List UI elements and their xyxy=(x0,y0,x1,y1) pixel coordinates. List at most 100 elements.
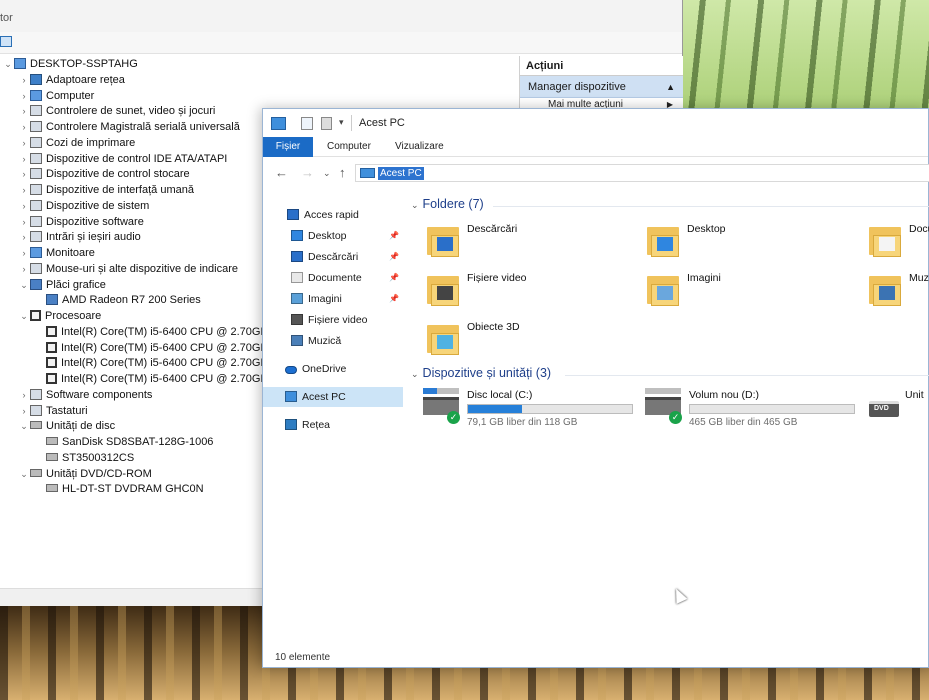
drive-item[interactable]: ✓ Disc local (C:) 79,1 GB liber din 118 GB xyxy=(423,388,643,439)
chevron-down-icon[interactable]: ⌄ xyxy=(18,466,30,482)
device-tree-node[interactable]: › Intrări și ieșiri audio xyxy=(18,229,141,245)
device-tree-label: Intrări și ieșiri audio xyxy=(46,231,141,244)
device-tree-node[interactable]: AMD Radeon R7 200 Series xyxy=(34,292,201,308)
device-tree-node[interactable]: ⌄ Unități de disc xyxy=(18,418,115,434)
chevron-down-icon[interactable]: ⌄ xyxy=(18,308,30,324)
drives-group-header[interactable]: ⌄ Dispozitive și unități (3) xyxy=(411,366,551,380)
device-tree-node[interactable]: HL-DT-ST DVDRAM GHC0N xyxy=(34,481,204,497)
device-tree-node[interactable]: › Dispozitive de control stocare xyxy=(18,166,190,182)
device-tree-node[interactable]: ⌄ Unități DVD/CD-ROM xyxy=(18,466,152,482)
chevron-right-icon[interactable]: › xyxy=(18,119,30,135)
drive-icon-bar xyxy=(423,388,459,394)
tab-computer[interactable]: Computer xyxy=(317,137,381,157)
forward-arrow-icon[interactable]: → xyxy=(301,165,314,180)
chevron-right-icon[interactable]: › xyxy=(18,135,30,151)
chevron-down-icon[interactable]: ⌄ xyxy=(18,277,30,293)
drive-item[interactable]: ✓ Volum nou (D:) 465 GB liber din 465 GB xyxy=(645,388,865,439)
properties-quick-access-icon[interactable] xyxy=(301,117,313,130)
nav-item[interactable]: Acces rapid xyxy=(263,205,403,225)
pin-icon[interactable]: 📌 xyxy=(389,247,399,267)
new-folder-quick-access-icon[interactable] xyxy=(321,117,332,130)
recent-locations-icon[interactable]: ⌄ xyxy=(323,168,331,179)
device-tree-node[interactable]: › Dispozitive de control IDE ATA/ATAPI xyxy=(18,151,227,167)
device-tree-node[interactable]: › Mouse-uri și alte dispozitive de indica… xyxy=(18,261,238,277)
nav-item[interactable]: OneDrive xyxy=(263,359,403,379)
documents-folder-icon xyxy=(869,223,903,257)
chevron-right-icon[interactable]: › xyxy=(18,403,30,419)
back-arrow-icon[interactable]: ← xyxy=(275,165,288,180)
folder-item[interactable]: Obiecte 3D xyxy=(427,317,627,361)
device-tree-node[interactable]: Intel(R) Core(TM) i5-6400 CPU @ 2.70GHz xyxy=(34,371,274,387)
folder-item[interactable]: Imagini xyxy=(647,268,847,312)
chevron-right-icon[interactable]: › xyxy=(18,261,30,277)
device-tree-node[interactable]: › Controlere de sunet, video și jocuri xyxy=(18,103,215,119)
device-tree-node[interactable]: Intel(R) Core(TM) i5-6400 CPU @ 2.70GHz xyxy=(34,355,274,371)
device-tree-label: Mouse-uri și alte dispozitive de indicar… xyxy=(46,262,238,275)
chevron-right-icon[interactable]: › xyxy=(18,245,30,261)
nav-item[interactable]: Rețea xyxy=(263,415,403,435)
device-tree-node[interactable]: › Cozi de imprimare xyxy=(18,135,135,151)
folders-group-header[interactable]: ⌄ Foldere (7) xyxy=(411,197,484,211)
chevron-down-icon[interactable]: ⌄ xyxy=(2,56,14,72)
pin-icon[interactable]: 📌 xyxy=(389,226,399,246)
quick-access-dropdown-icon[interactable]: ▾ xyxy=(339,117,344,128)
nav-item[interactable]: Fișiere video xyxy=(263,310,403,330)
device-tree-node[interactable]: › Software components xyxy=(18,387,152,403)
folder-item[interactable]: Fișiere video xyxy=(427,268,627,312)
nav-item-label: Documente xyxy=(308,272,362,284)
group-divider xyxy=(493,206,929,207)
chevron-right-icon[interactable]: › xyxy=(18,182,30,198)
chevron-right-icon[interactable]: › xyxy=(18,229,30,245)
nav-item[interactable]: Descărcări 📌 xyxy=(263,247,403,267)
device-tree-node[interactable]: › Dispozitive software xyxy=(18,214,144,230)
chevron-right-icon[interactable]: › xyxy=(18,214,30,230)
nav-item[interactable]: Desktop 📌 xyxy=(263,226,403,246)
chevron-right-icon[interactable]: › xyxy=(18,387,30,403)
nav-item[interactable]: Imagini 📌 xyxy=(263,289,403,309)
device-tree-node[interactable]: › Tastaturi xyxy=(18,403,88,419)
device-tree-node[interactable]: ⌄ Plăci grafice xyxy=(18,277,106,293)
processor-icon xyxy=(46,373,57,384)
device-tree-node[interactable]: ST3500312CS xyxy=(34,450,134,466)
chevron-right-icon[interactable]: › xyxy=(18,166,30,182)
device-tree-node[interactable]: SanDisk SD8SBAT-128G-1006 xyxy=(34,434,213,450)
device-tree-node[interactable]: › Computer xyxy=(18,88,94,104)
device-tree-node[interactable]: Intel(R) Core(TM) i5-6400 CPU @ 2.70GHz xyxy=(34,340,274,356)
folder-item[interactable]: Docu xyxy=(869,219,929,263)
device-tree-node[interactable]: Intel(R) Core(TM) i5-6400 CPU @ 2.70GHz xyxy=(34,324,274,340)
device-tree-node[interactable]: ⌄ Procesoare xyxy=(18,308,101,324)
nav-item[interactable]: Muzică xyxy=(263,331,403,351)
device-tree-node[interactable]: › Monitoare xyxy=(18,245,95,261)
drive-label: Volum nou (D:) xyxy=(689,389,760,401)
address-bar[interactable]: Acest PC xyxy=(355,164,929,182)
actions-header: Acțiuni xyxy=(520,56,683,76)
drive-item[interactable]: DVD Unit xyxy=(869,389,929,439)
folder-item[interactable]: Muz xyxy=(869,268,929,312)
up-arrow-icon[interactable]: ↑ xyxy=(339,165,346,180)
chevron-right-icon[interactable]: › xyxy=(18,103,30,119)
actions-item-device-manager[interactable]: Manager dispozitive ▲ xyxy=(520,76,683,98)
device-tree-label: AMD Radeon R7 200 Series xyxy=(62,294,201,307)
chevron-down-icon[interactable]: ⌄ xyxy=(18,418,30,434)
nav-item[interactable]: Documente 📌 xyxy=(263,268,403,288)
folder-item[interactable]: Desktop xyxy=(647,219,847,263)
nav-item[interactable]: Acest PC xyxy=(263,387,403,407)
address-text[interactable]: Acest PC xyxy=(378,167,424,180)
device-tree-node[interactable]: › Dispozitive de interfață umană xyxy=(18,182,194,198)
device-tree-node[interactable]: › Dispozitive de sistem xyxy=(18,198,149,214)
chevron-right-icon[interactable]: › xyxy=(18,198,30,214)
chevron-right-icon[interactable]: › xyxy=(18,88,30,104)
pin-icon[interactable]: 📌 xyxy=(389,289,399,309)
device-tree-node[interactable]: › Controlere Magistrală serială universal… xyxy=(18,119,240,135)
nav-item-label: Acest PC xyxy=(302,391,346,403)
pin-icon[interactable]: 📌 xyxy=(389,268,399,288)
folder-item[interactable]: Descărcări xyxy=(427,219,627,263)
chevron-right-icon[interactable]: › xyxy=(18,72,30,88)
device-tree-node[interactable]: ⌄ DESKTOP-SSPTAHG xyxy=(2,56,138,72)
tab-view[interactable]: Vizualizare xyxy=(385,137,454,157)
tab-file[interactable]: Fișier xyxy=(263,137,313,157)
chevron-right-icon[interactable]: › xyxy=(18,151,30,167)
collapse-icon[interactable]: ▲ xyxy=(666,76,675,98)
properties-icon[interactable] xyxy=(0,36,12,47)
device-tree-node[interactable]: › Adaptoare rețea xyxy=(18,72,125,88)
